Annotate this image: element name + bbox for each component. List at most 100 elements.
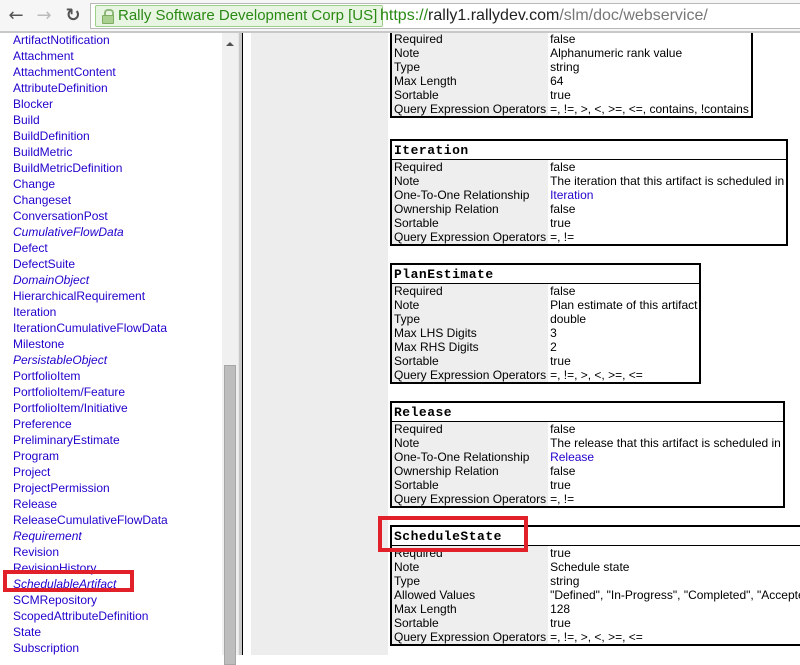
sidebar-item-link[interactable]: AttributeDefinition [13,81,108,95]
sidebar-item: Project [13,464,168,480]
sidebar-item: ArtifactNotification [13,33,168,48]
ev-certificate-badge[interactable]: Rally Software Development Corp [US] [95,5,384,27]
sidebar-item: Program [13,448,168,464]
attribute-row: Required true [391,545,800,560]
sidebar-item-link[interactable]: Preference [13,417,72,431]
attribute-table: Iteration Required false Note The iteration … [390,139,789,246]
sidebar-item-link[interactable]: ConversationPost [13,209,108,223]
sidebar-item-link[interactable]: Iteration [13,305,56,319]
sidebar-item: RevisionHistory [13,560,168,576]
sidebar-item: BuildMetric [13,144,168,160]
sidebar-item: ReleaseCumulativeFlowData [13,512,168,528]
sidebar-item-link[interactable]: AttachmentContent [13,65,116,79]
sidebar-item-link[interactable]: Revision [13,545,59,559]
back-button[interactable]: ← [5,5,27,27]
forward-button[interactable]: → [33,5,55,27]
sidebar-item-link[interactable]: Subscription [13,641,79,655]
sidebar-item-link[interactable]: DomainObject [13,273,89,287]
scroll-up-arrow-icon[interactable] [226,42,234,46]
sidebar-item-link[interactable]: IterationCumulativeFlowData [13,321,167,335]
sidebar-item-link[interactable]: Change [13,177,55,191]
sidebar-item: Revision [13,544,168,560]
sidebar-item-link[interactable]: Requirement [13,529,82,543]
attribute-value: The release that this artifact is schedu… [550,436,781,450]
sidebar-item-link[interactable]: PortfolioItem/Initiative [13,401,128,415]
scrollbar-thumb[interactable] [224,365,236,665]
sidebar-item-link[interactable]: CumulativeFlowData [13,225,124,239]
sidebar-item-link[interactable]: ScopedAttributeDefinition [13,609,148,623]
sidebar-item-link[interactable]: Changeset [13,193,71,207]
attribute-key: Max LHS Digits [391,326,549,340]
sidebar-item-link[interactable]: PreliminaryEstimate [13,433,120,447]
sidebar-item-link[interactable]: Defect [13,241,48,255]
relationship-link[interactable]: Iteration [550,188,593,202]
sidebar-item-link[interactable]: Project [13,465,50,479]
attribute-name: Release [391,402,784,422]
sidebar-item-link[interactable]: Build [13,113,40,127]
attribute-value: false [550,160,576,174]
sidebar-item: HierarchicalRequirement [13,288,168,304]
sidebar-item: BuildDefinition [13,128,168,144]
attribute-row: Note Alphanumeric rank value [391,46,752,60]
attribute-key: Sortable [391,616,549,630]
attribute-key: Note [391,436,549,450]
browser-toolbar: ← → ↻ Rally Software Development Corp [U… [0,0,800,33]
sidebar-item-link[interactable]: PersistableObject [13,353,107,367]
sidebar-scrollbar[interactable] [222,33,238,665]
attribute-key: Max Length [391,602,549,616]
sidebar-item-link[interactable]: BuildMetricDefinition [13,161,122,175]
attribute-value: false [550,202,576,216]
attribute-row: One-To-One Relationship Release [391,450,784,464]
sidebar-item-link[interactable]: Milestone [13,337,64,351]
sidebar-item-link[interactable]: ReleaseCumulativeFlowData [13,513,168,527]
attribute-value: The iteration that this artifact is sche… [550,174,785,188]
attribute-value: Iteration [548,188,787,202]
attribute-name: PlanEstimate [391,264,701,284]
sidebar-item-link[interactable]: RevisionHistory [13,561,96,575]
relationship-link[interactable]: Release [550,450,594,464]
sidebar-item-link[interactable]: State [13,625,41,639]
sidebar-item-link[interactable]: HierarchicalRequirement [13,289,145,303]
sidebar-item-link[interactable]: DefectSuite [13,257,75,271]
attribute-key: Required [391,159,549,174]
sidebar-item-link[interactable]: Blocker [13,97,53,111]
attribute-row: Max LHS Digits 3 [391,326,700,340]
sidebar-item-link[interactable]: BuildDefinition [13,129,90,143]
attribute-key: Max Length [391,74,549,88]
attribute-value: 64 [550,74,564,88]
sidebar-item-link[interactable]: Release [13,497,57,511]
attribute-key: Sortable [391,216,549,230]
attribute-value: 128 [550,602,571,616]
sidebar-item-link[interactable]: ArtifactNotification [13,33,110,47]
url-path: /slm/doc/webservice/ [559,7,708,24]
attribute-value: string [550,60,580,74]
sidebar-item-link[interactable]: Program [13,449,59,463]
sidebar-item-link[interactable]: ProjectPermission [13,481,110,495]
attribute-row: Max Length 64 [391,74,752,88]
attribute-row: Sortable true [391,616,800,630]
sidebar-item-link[interactable]: SchedulableArtifact [13,577,116,591]
attribute-row: Required false [391,283,700,298]
attribute-value: true [550,354,571,368]
attribute-value: true [550,616,571,630]
address-bar[interactable]: Rally Software Development Corp [US] htt… [90,3,800,29]
attribute-value: true [550,88,571,102]
sidebar-item-link[interactable]: PortfolioItem/Feature [13,385,125,399]
sidebar-item: PersistableObject [13,352,168,368]
reload-button[interactable]: ↻ [62,5,84,27]
sidebar-item-link[interactable]: PortfolioItem [13,369,80,383]
attribute-name: Iteration [391,140,788,160]
attribute-row: Required false [391,33,752,46]
sidebar-item-link[interactable]: Attachment [13,49,74,63]
object-list: ArtifactNotification Attachment Attachment… [13,33,168,655]
attribute-row: Sortable true [391,216,787,230]
url-text[interactable]: https://rally1.rallydev.com/slm/doc/webs… [380,6,708,26]
sidebar-item-link[interactable]: BuildMetric [13,145,72,159]
attribute-row: Query Expression Operators =, != [391,492,784,507]
sidebar-item-link[interactable]: SCMRepository [13,593,97,607]
attribute-key: Query Expression Operators [391,368,549,383]
attribute-key: Max RHS Digits [391,340,549,354]
sidebar-item: Iteration [13,304,168,320]
attribute-key: Note [391,298,549,312]
sidebar-item: Attachment [13,48,168,64]
